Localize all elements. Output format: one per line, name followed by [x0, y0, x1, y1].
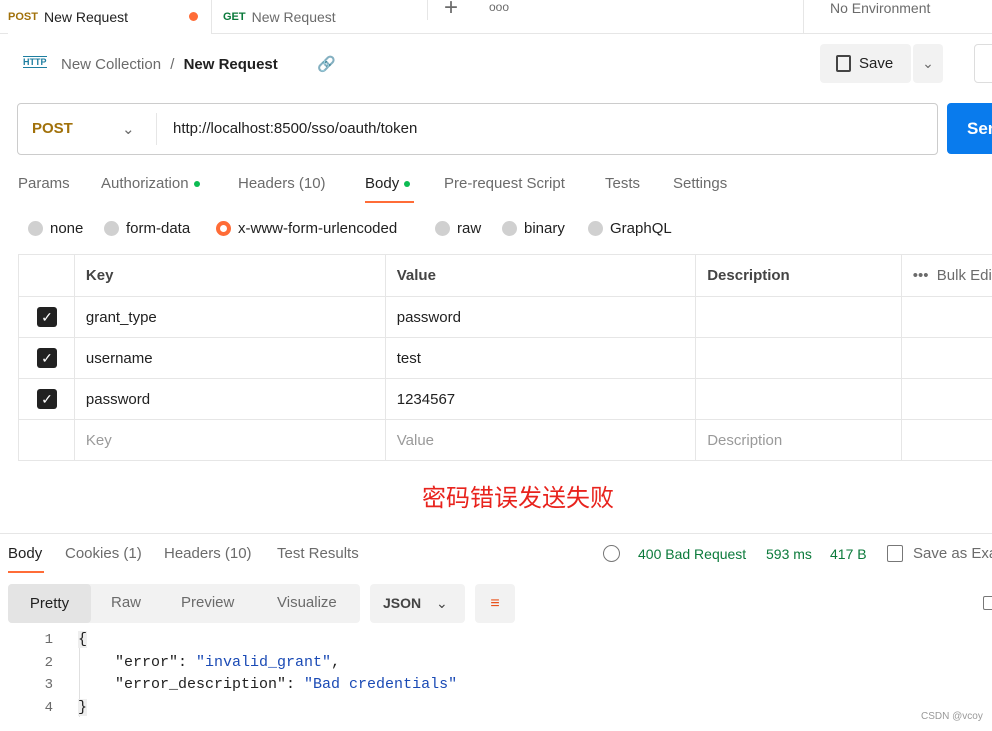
key-cell[interactable]: grant_type: [73, 296, 386, 338]
tab-tests[interactable]: Tests: [605, 175, 640, 192]
code-line: "error": "invalid_grant",: [115, 654, 341, 671]
description-cell[interactable]: [695, 296, 902, 338]
wrap-lines-button[interactable]: ≡: [475, 584, 515, 623]
key-placeholder[interactable]: Key: [73, 419, 386, 461]
more-tabs-icon[interactable]: ooo: [489, 0, 509, 14]
status-code[interactable]: 400 Bad Request: [638, 546, 746, 562]
tab-authorization[interactable]: Authorization: [101, 175, 200, 192]
breadcrumb-request[interactable]: New Request: [184, 56, 278, 73]
view-tab-raw[interactable]: Raw: [111, 594, 141, 611]
view-tab-preview[interactable]: Preview: [181, 594, 234, 611]
breadcrumb: New Collection / New Request: [61, 56, 278, 73]
radio-binary[interactable]: binary: [502, 220, 565, 237]
chevron-down-icon: ⌄: [436, 595, 448, 611]
key-cell[interactable]: username: [73, 337, 386, 379]
description-cell[interactable]: [695, 337, 902, 379]
table-row: ✓ grant_type password: [18, 296, 992, 338]
bulk-edit[interactable]: ••• Bulk Edit: [900, 254, 992, 297]
description-placeholder[interactable]: Description: [695, 419, 902, 461]
value-cell[interactable]: password: [384, 296, 697, 338]
url-input[interactable]: http://localhost:8500/sso/oauth/token: [173, 120, 417, 137]
save-example-icon: [887, 545, 903, 562]
format-select[interactable]: JSON ⌄: [370, 584, 465, 623]
tab-pre-request-script[interactable]: Pre-request Script: [444, 175, 565, 192]
save-icon: [836, 55, 851, 72]
table-row-empty: Key Value Description: [18, 419, 992, 461]
breadcrumb-separator: /: [170, 56, 175, 73]
new-tab-plus-icon[interactable]: +: [444, 0, 458, 22]
radio-urlencoded[interactable]: x-www-form-urlencoded: [216, 220, 397, 237]
response-tab-body[interactable]: Body: [8, 545, 42, 562]
method-select[interactable]: POST ⌄: [32, 120, 136, 138]
radio-form-data[interactable]: form-data: [104, 220, 190, 237]
globe-icon: [603, 545, 620, 562]
row-checkbox[interactable]: ✓: [37, 307, 57, 327]
annotation-text: 密码错误发送失败: [422, 484, 614, 512]
tab-body[interactable]: Body: [365, 175, 411, 192]
code-line: }: [78, 699, 88, 716]
column-value: Value: [384, 254, 697, 297]
body-params-table: Key Value Description ••• Bulk Edit ✓ gra…: [18, 254, 992, 461]
description-cell[interactable]: [695, 378, 902, 420]
save-dropdown-button[interactable]: ⌄: [913, 44, 943, 83]
method-label: GET: [223, 11, 246, 23]
response-size[interactable]: 417 B: [830, 546, 867, 562]
view-tab-pretty[interactable]: Pretty: [8, 584, 91, 623]
method-label: POST: [8, 10, 38, 23]
tab-post-new-request[interactable]: POST New Request: [8, 0, 211, 34]
tab-headers[interactable]: Headers (10): [238, 175, 326, 192]
column-description: Description: [695, 254, 902, 297]
tab-get-new-request[interactable]: GET New Request: [223, 0, 336, 34]
method-value: POST: [32, 120, 73, 137]
copy-icon[interactable]: [983, 596, 992, 610]
save-label: Save: [859, 55, 894, 72]
status-dot-icon: [404, 181, 411, 188]
link-icon[interactable]: 🔗: [317, 55, 336, 73]
breadcrumb-collection[interactable]: New Collection: [61, 56, 161, 73]
chevron-down-icon: ⌄: [122, 121, 135, 138]
watermark: CSDN @vcoy: [921, 711, 983, 722]
code-line: {: [78, 631, 88, 648]
tab-label: New Request: [43, 8, 128, 25]
unsaved-dot-icon: [189, 12, 198, 21]
tab-label: Body: [365, 175, 400, 192]
tab-settings[interactable]: Settings: [673, 175, 727, 192]
value-placeholder[interactable]: Value: [384, 419, 697, 461]
tab-label: Authorization: [101, 175, 189, 192]
send-button[interactable]: Send: [947, 103, 992, 154]
table-row: ✓ password 1234567: [18, 378, 992, 420]
environment-selector[interactable]: No Environment: [830, 0, 930, 16]
row-checkbox[interactable]: ✓: [37, 348, 57, 368]
table-header: Key Value Description ••• Bulk Edit: [18, 254, 992, 297]
value-cell[interactable]: test: [384, 337, 697, 379]
radio-raw[interactable]: raw: [435, 220, 481, 237]
response-time[interactable]: 593 ms: [766, 546, 812, 562]
save-as-example-button[interactable]: Save as Example: [913, 545, 992, 562]
row-checkbox[interactable]: ✓: [37, 389, 57, 409]
key-cell[interactable]: password: [73, 378, 386, 420]
code-line: "error_description": "Bad credentials": [115, 676, 458, 693]
column-key: Key: [73, 254, 386, 297]
value-cell[interactable]: 1234567: [384, 378, 697, 420]
status-dot-icon: [193, 181, 200, 188]
radio-graphql[interactable]: GraphQL: [588, 220, 672, 237]
tab-label: New Request: [251, 9, 336, 25]
tab-params[interactable]: Params: [18, 175, 70, 192]
response-tab-test-results[interactable]: Test Results: [277, 545, 359, 562]
response-tab-headers[interactable]: Headers (10): [164, 545, 252, 562]
radio-none[interactable]: none: [28, 220, 83, 237]
view-tab-visualize[interactable]: Visualize: [277, 594, 337, 611]
http-icon: HTTP: [23, 56, 47, 68]
table-row: ✓ username test: [18, 337, 992, 379]
save-button[interactable]: Save: [820, 44, 911, 83]
response-tab-cookies[interactable]: Cookies (1): [65, 545, 142, 562]
